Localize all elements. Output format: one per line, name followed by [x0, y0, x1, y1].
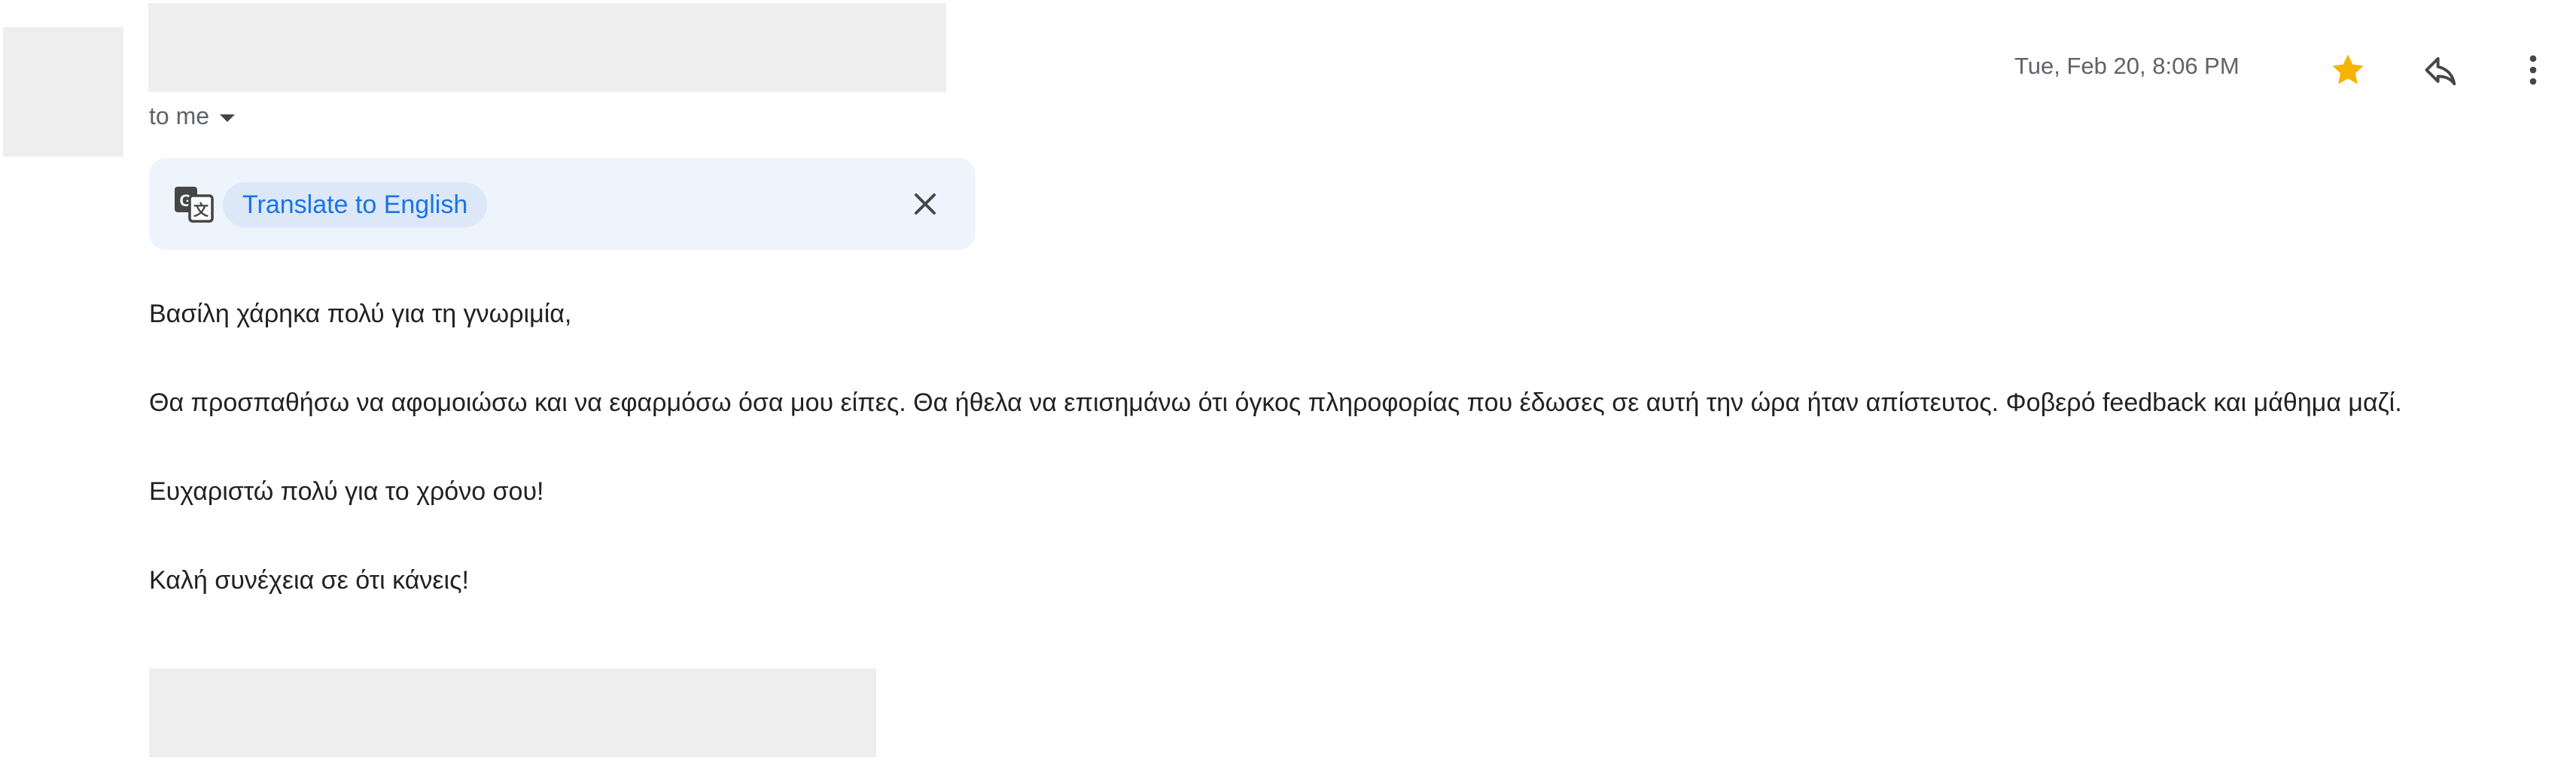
svg-text:文: 文 — [193, 201, 209, 219]
message-paragraph: Ευχαριστώ πολύ για το χρόνο σου! — [149, 477, 544, 506]
translate-icon: G 文 — [173, 185, 215, 224]
more-options-button[interactable] — [2507, 44, 2559, 96]
star-icon — [2332, 54, 2364, 84]
star-button[interactable] — [2322, 44, 2374, 96]
close-translate-button[interactable] — [902, 181, 948, 227]
message-paragraph: Καλή συνέχεια σε ότι κάνεις! — [149, 566, 469, 595]
message-paragraph: Θα προσπαθήσω να αφομοιώσω και να εφαρμό… — [149, 388, 2402, 417]
more-vert-icon — [2529, 55, 2537, 85]
close-icon — [915, 193, 936, 215]
sender-name-redacted — [148, 3, 946, 92]
recipient-details-toggle[interactable]: to me — [149, 101, 236, 131]
sender-avatar-redacted — [3, 27, 123, 157]
reply-button[interactable] — [2415, 44, 2468, 96]
translate-to-english-button[interactable]: Translate to English — [223, 182, 488, 227]
caret-down-icon — [220, 114, 236, 122]
translate-banner: G 文 Translate to English — [149, 158, 976, 250]
message-greeting: Βασίλη χάρηκα πολύ για τη γνωριμία, — [149, 300, 572, 328]
message-body: Βασίλη χάρηκα πολύ για τη γνωριμία, Θα π… — [149, 292, 2505, 602]
reply-icon — [2425, 56, 2456, 86]
signature-redacted — [149, 668, 876, 757]
message-date: Tue, Feb 20, 8:06 PM — [2014, 53, 2240, 79]
recipient-label: to me — [149, 102, 210, 129]
